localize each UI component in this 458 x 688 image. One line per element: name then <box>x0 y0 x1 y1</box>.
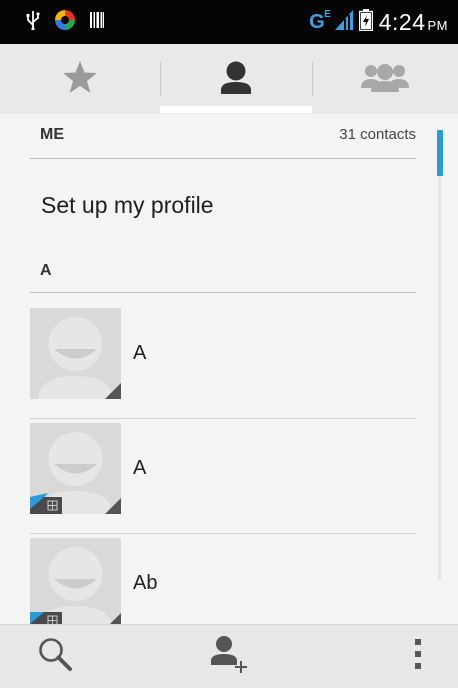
search-icon <box>37 636 73 677</box>
contact-name: Ab <box>133 572 158 594</box>
signal-icon <box>334 9 353 35</box>
overflow-menu-button[interactable] <box>388 625 448 688</box>
contact-name: A <box>133 457 147 479</box>
tab-bar <box>0 44 458 115</box>
default-avatar-icon <box>30 423 121 514</box>
default-avatar-icon <box>30 308 121 399</box>
scrollbar-track[interactable] <box>438 130 441 580</box>
contact-name: A <box>133 342 147 364</box>
app-notification-icon <box>54 9 76 36</box>
contact-list[interactable]: ME 31 contacts Set up my profile A A A A… <box>0 114 458 624</box>
overflow-menu-icon <box>414 638 422 675</box>
person-icon <box>220 60 252 99</box>
status-bar: GE 4:24 PM <box>0 0 458 44</box>
battery-icon <box>358 8 373 36</box>
tab-selected-indicator <box>160 106 312 113</box>
status-notifications <box>0 9 104 36</box>
usb-icon <box>26 10 40 35</box>
add-contact-icon <box>210 634 250 679</box>
contact-count: 31 contacts <box>339 126 416 143</box>
scrollbar-thumb[interactable] <box>437 130 443 176</box>
contact-row[interactable]: A <box>30 304 416 419</box>
tab-groups[interactable] <box>312 44 458 114</box>
network-type-icon: GE <box>309 8 331 33</box>
contact-row[interactable]: Ab <box>30 534 416 624</box>
group-icon <box>361 62 409 97</box>
barcode-icon <box>90 11 104 34</box>
default-avatar-icon <box>30 538 121 624</box>
star-icon <box>62 60 98 99</box>
add-contact-button[interactable] <box>195 625 265 688</box>
setup-profile-item[interactable]: Set up my profile <box>41 192 214 219</box>
bottom-action-bar <box>0 624 458 688</box>
contact-row[interactable]: A <box>30 419 416 534</box>
tab-contacts[interactable] <box>160 44 312 114</box>
avatar[interactable] <box>30 538 121 624</box>
section-letter: A <box>40 262 52 279</box>
tab-favorites[interactable] <box>0 44 160 114</box>
status-clock: 4:24 PM <box>378 8 448 35</box>
avatar[interactable] <box>30 308 121 399</box>
me-section-header: ME 31 contacts <box>30 114 416 159</box>
me-header-label: ME <box>40 126 64 143</box>
search-button[interactable] <box>20 625 90 688</box>
status-system: GE 4:24 PM <box>309 8 458 36</box>
avatar[interactable] <box>30 423 121 514</box>
section-header-a: A <box>30 252 416 293</box>
